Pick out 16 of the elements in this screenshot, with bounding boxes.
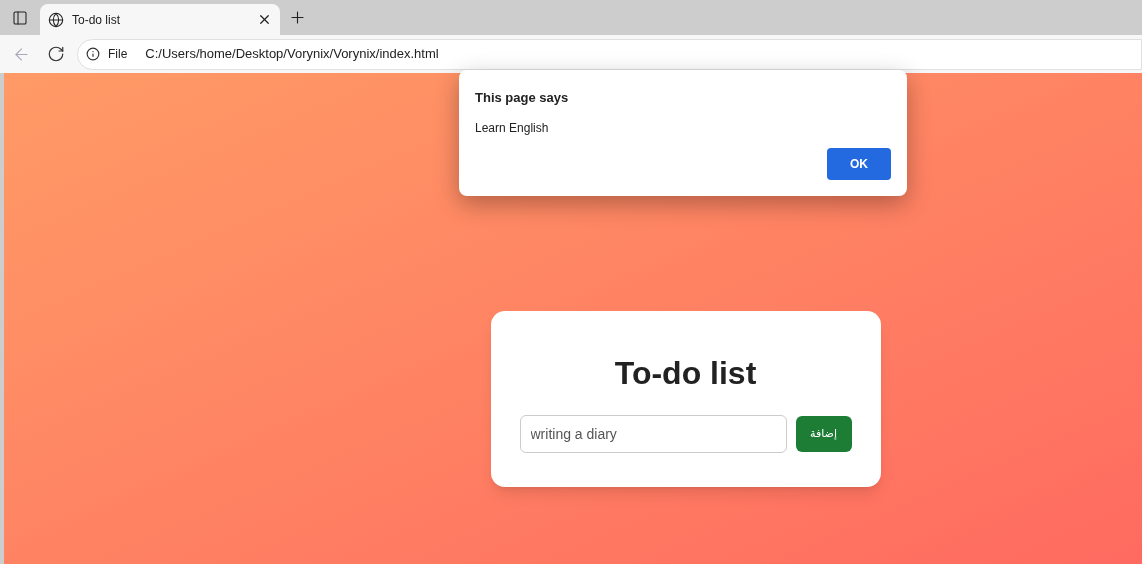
close-icon[interactable]	[257, 12, 272, 27]
card-title: To-do list	[614, 354, 757, 393]
address-bar[interactable]: File C:/Users/home/Desktop/Vorynix/Vorynix/index.html	[77, 38, 1142, 70]
address-scheme: File	[108, 46, 128, 63]
dialog-title: This page says	[475, 89, 570, 107]
address-url: C:/Users/home/Desktop/Vorynix/Vorynix/index.html	[145, 45, 439, 64]
task-input[interactable]: writing a diary	[519, 415, 787, 453]
browser-tab[interactable]: To-do list	[40, 4, 280, 35]
dialog-message: Learn English	[475, 119, 550, 137]
sidebar-icon[interactable]	[12, 9, 28, 26]
tab-title: To-do list	[72, 11, 122, 29]
add-button[interactable]: إضافة	[795, 416, 852, 452]
ok-button[interactable]: OK	[827, 148, 891, 180]
globe-icon	[48, 11, 64, 28]
reload-icon[interactable]	[47, 45, 65, 63]
info-icon	[86, 47, 100, 61]
